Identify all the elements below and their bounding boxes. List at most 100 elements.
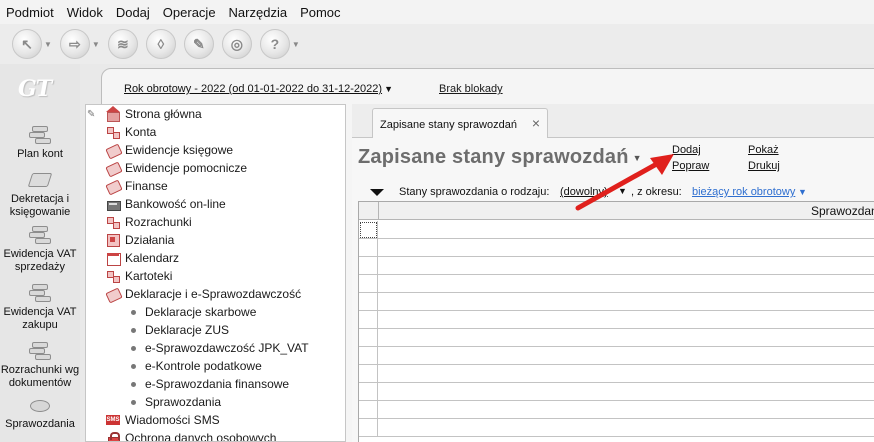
tree-item-5[interactable]: Finanse <box>86 177 168 195</box>
chevron-down-icon[interactable]: ▼ <box>618 186 627 196</box>
tools-icon[interactable]: ✎ <box>183 29 214 59</box>
table-row[interactable] <box>359 347 874 365</box>
menu-6[interactable]: Pomoc <box>300 5 340 20</box>
tree-item-label: Kalendarz <box>125 251 180 265</box>
table-row[interactable] <box>359 401 874 419</box>
tree-subitem-2[interactable]: Deklaracje ZUS <box>86 321 229 339</box>
tree-item-3[interactable]: Ewidencje księgowe <box>86 141 233 159</box>
row-indicator-cell <box>359 347 378 365</box>
table-row[interactable] <box>359 329 874 347</box>
coins-icon[interactable]: ≋ <box>107 29 138 59</box>
tree-item-1[interactable]: Strona główna <box>86 105 202 123</box>
book-icon[interactable]: ◊ <box>145 29 176 59</box>
menu-3[interactable]: Dodaj <box>116 5 150 20</box>
chevron-down-icon[interactable]: ▼ <box>44 40 52 49</box>
tree-item-11[interactable]: Deklaracje i e-Sprawozdawczość <box>86 285 301 303</box>
ledger-icon <box>106 143 120 157</box>
document-arrow-icon[interactable]: ⇨ <box>59 29 90 59</box>
shortcut-2[interactable]: Dekretacja i księgowanie <box>0 169 80 219</box>
ledger-book-icon <box>27 169 53 191</box>
lock-status-link[interactable]: Brak blokady <box>439 83 503 95</box>
table-row[interactable] <box>359 293 874 311</box>
chevron-down-icon[interactable]: ▼ <box>798 187 807 197</box>
menu-5[interactable]: Narzędzia <box>229 5 288 20</box>
shortcut-6[interactable]: Sprawozdania <box>0 394 80 431</box>
menu-2[interactable]: Widok <box>67 5 103 20</box>
menu-4[interactable]: Operacje <box>163 5 216 20</box>
coins-stack-icon <box>27 224 53 246</box>
close-icon[interactable]: × <box>532 115 540 131</box>
tree-subitem-label: e-Sprawozdawczość JPK_VAT <box>145 341 309 355</box>
left-shortcut-panel: GT Plan kont Dekretacja i księgowanie Ewid… <box>0 64 80 442</box>
shortcut-label: Ewidencja VAT sprzedaży <box>3 248 77 273</box>
bullet-icon <box>131 345 136 351</box>
shortcut-label: Plan kont <box>17 148 63 160</box>
tree-subitem-4[interactable]: e-Kontrole podatkowe <box>86 357 262 375</box>
chevron-down-icon[interactable]: ▼ <box>633 153 642 163</box>
accounts-icon <box>106 215 120 229</box>
fiscal-year-label[interactable]: Rok obrotowy - 2022 (od 01-01-2022 do 31… <box>124 83 382 95</box>
tree-item-4[interactable]: Ewidencje pomocnicze <box>86 159 247 177</box>
toolbar-button-6[interactable]: ◎ <box>221 29 252 59</box>
tree-subitem-5[interactable]: e-Sprawozdania finansowe <box>86 375 289 393</box>
tree-subitem-1[interactable]: Deklaracje skarbowe <box>86 303 256 321</box>
sms-icon <box>106 413 120 427</box>
table-row[interactable] <box>359 239 874 257</box>
add-link[interactable]: Dodaj <box>672 144 701 156</box>
tree-subitem-3[interactable]: e-Sprawozdawczość JPK_VAT <box>86 339 309 357</box>
toolbar-button-2[interactable]: ⇨ ▼ <box>59 29 100 59</box>
tree-item-7[interactable]: Rozrachunki <box>86 213 192 231</box>
row-indicator-cell <box>359 221 378 239</box>
navigation-tree: ✎ Strona główna Konta Ewidencje księgowe Ew… <box>85 104 346 442</box>
row-indicator-cell <box>359 401 378 419</box>
table-row[interactable] <box>359 419 874 437</box>
cursor-icon[interactable]: ↖ <box>12 29 42 59</box>
page-title[interactable]: Zapisane stany sprawozdań ▼ <box>358 146 642 169</box>
help-icon[interactable]: ? <box>259 29 290 59</box>
column-header-report[interactable]: Sprawozdanie <box>811 204 874 218</box>
toolbar-button-4[interactable]: ◊ <box>145 29 176 59</box>
fiscal-year-selector[interactable]: Rok obrotowy - 2022 (od 01-01-2022 do 31… <box>124 83 393 95</box>
tab-saved-reports[interactable]: Zapisane stany sprawozdań × <box>372 108 548 139</box>
tree-item-tail-1[interactable]: Wiadomości SMS <box>86 411 220 429</box>
toolbar-button-5[interactable]: ✎ <box>183 29 214 59</box>
table-row[interactable] <box>359 383 874 401</box>
row-indicator-cell <box>359 419 378 437</box>
period-filter-value[interactable]: bieżący rok obrotowy <box>692 186 795 198</box>
tree-subitem-6[interactable]: Sprawozdania <box>86 393 221 411</box>
table-row[interactable] <box>359 275 874 293</box>
print-link[interactable]: Drukuj <box>748 160 780 172</box>
tree-subitem-label: e-Sprawozdania finansowe <box>145 377 290 391</box>
tree-item-10[interactable]: Kartoteki <box>86 267 172 285</box>
table-row[interactable] <box>359 221 874 239</box>
tree-item-9[interactable]: Kalendarz <box>86 249 179 267</box>
menu-1[interactable]: Podmiot <box>6 5 54 20</box>
toolbar-button-1[interactable]: ↖ ▼ <box>12 29 52 59</box>
tree-item-2[interactable]: Konta <box>86 123 156 141</box>
toolbar-button-3[interactable]: ≋ <box>107 29 138 59</box>
shortcut-3[interactable]: Ewidencja VAT sprzedaży <box>0 224 80 274</box>
coins-stack-icon <box>27 124 53 146</box>
tree-item-6[interactable]: Bankowość on-line <box>86 195 226 213</box>
chevron-down-icon[interactable]: ▼ <box>384 84 393 94</box>
ledger-icon <box>106 287 120 301</box>
table-row[interactable] <box>359 257 874 275</box>
edit-link[interactable]: Popraw <box>672 160 709 172</box>
chevron-down-icon[interactable]: ▼ <box>292 40 300 49</box>
main-toolbar: ↖ ▼ ⇨ ▼ ≋ ◊ ✎ ◎? ▼ <box>0 24 874 64</box>
shortcut-4[interactable]: Ewidencja VAT zakupu <box>0 282 80 332</box>
tree-item-8[interactable]: Działania <box>86 231 174 249</box>
filter-toggle-icon[interactable] <box>370 189 384 196</box>
toolbar-button-7[interactable]: ? ▼ <box>259 29 300 59</box>
show-link[interactable]: Pokaż <box>748 144 779 156</box>
table-row[interactable] <box>359 311 874 329</box>
disk-icon[interactable]: ◎ <box>221 29 252 59</box>
tree-item-tail-2[interactable]: Ochrona danych osobowych <box>86 429 276 441</box>
table-row[interactable] <box>359 365 874 383</box>
shortcut-5[interactable]: Rozrachunki wg dokumentów <box>0 340 80 390</box>
kind-filter-value[interactable]: (dowolny) <box>560 186 608 198</box>
bullet-icon <box>131 399 136 405</box>
shortcut-label: Sprawozdania <box>5 418 75 430</box>
shortcut-1[interactable]: Plan kont <box>0 124 80 161</box>
chevron-down-icon[interactable]: ▼ <box>92 40 100 49</box>
